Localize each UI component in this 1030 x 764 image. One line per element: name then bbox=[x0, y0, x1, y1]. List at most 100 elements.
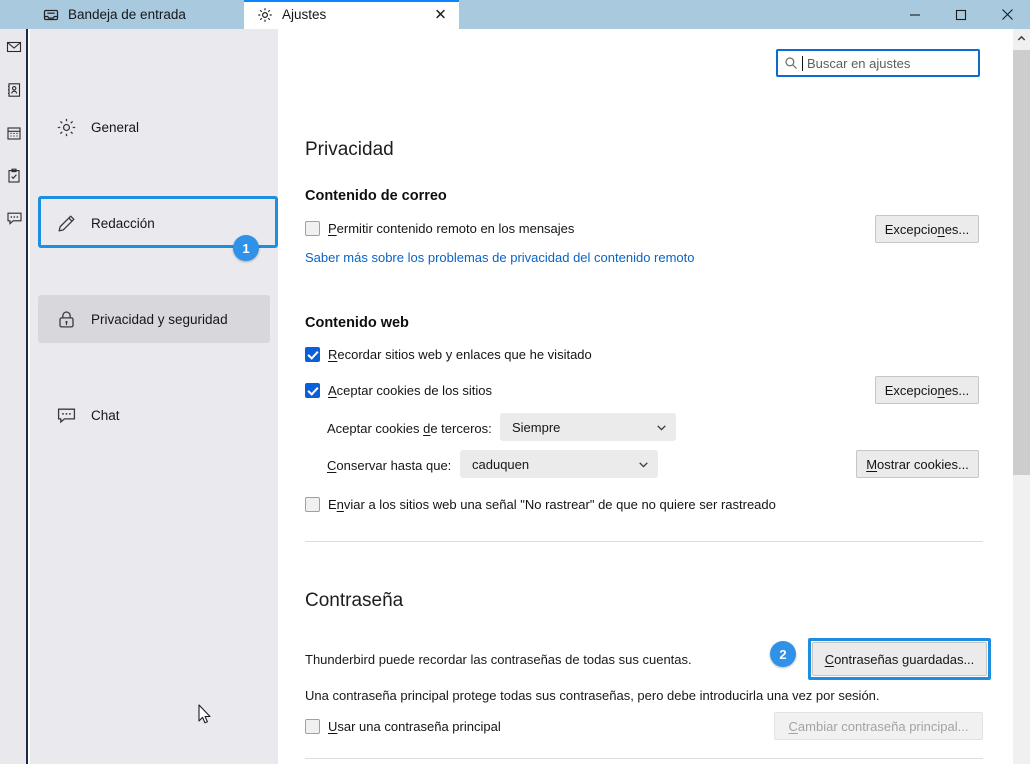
label-text-post: viar a los sitios web una señal "No rast… bbox=[343, 497, 776, 512]
allow-remote-content-label: Permitir contenido remoto en los mensaje… bbox=[328, 221, 574, 236]
scroll-up-arrow-icon[interactable] bbox=[1013, 29, 1030, 47]
accesskey: M bbox=[866, 456, 878, 472]
accept-cookies-label: Aceptar cookies de los sitios bbox=[328, 383, 492, 398]
saved-passwords-button[interactable]: Contraseñas guardadas... bbox=[812, 642, 987, 676]
label-text: sar una contraseña principal bbox=[337, 719, 501, 734]
password-description: Thunderbird puede recordar las contraseñ… bbox=[305, 652, 692, 667]
tab-bandeja-de-entrada[interactable]: Bandeja de entrada bbox=[30, 0, 244, 29]
third-party-cookies-label: Aceptar cookies de terceros: bbox=[327, 421, 492, 436]
lock-icon bbox=[59, 310, 74, 327]
do-not-track-checkbox[interactable] bbox=[305, 497, 320, 512]
remember-sites-row[interactable]: Recordar sitios web y enlaces que he vis… bbox=[305, 347, 592, 362]
settings-content: Buscar en ajustes Privacidad Contenido d… bbox=[278, 29, 1008, 764]
web-content-exceptions-button[interactable]: Excepcio n es... bbox=[875, 376, 979, 404]
text-caret bbox=[802, 55, 803, 71]
label-text: ermitir contenido remoto en los mensajes bbox=[336, 221, 575, 236]
sidebar-item-label: Chat bbox=[91, 407, 120, 423]
allow-remote-content-row[interactable]: Permitir contenido remoto en los mensaje… bbox=[305, 221, 574, 236]
sidebar-item-label: General bbox=[91, 119, 140, 135]
use-master-password-row[interactable]: Usar una contraseña principal bbox=[305, 719, 501, 734]
tab-label: Ajustes bbox=[282, 6, 327, 22]
close-button[interactable] bbox=[984, 0, 1030, 29]
calendar-icon[interactable] bbox=[0, 111, 28, 154]
label-text: ecordar sitios web y enlaces que he visi… bbox=[337, 347, 592, 362]
title-bar: Bandeja de entrada Ajustes ✕ bbox=[0, 0, 1030, 29]
mail-content-exceptions-button[interactable]: Excepcio n es... bbox=[875, 215, 979, 243]
use-master-password-label: Usar una contraseña principal bbox=[328, 719, 501, 734]
accesskey: n bbox=[937, 382, 945, 398]
remember-sites-checkbox[interactable] bbox=[305, 347, 320, 362]
window-controls bbox=[892, 0, 1030, 29]
use-master-password-checkbox[interactable] bbox=[305, 719, 320, 734]
chevron-down-icon bbox=[639, 461, 648, 468]
sidebar-item-privacidad-y-seguridad[interactable]: Privacidad y seguridad bbox=[38, 295, 270, 343]
accept-cookies-row[interactable]: Aceptar cookies de los sitios bbox=[305, 383, 492, 398]
change-master-password[interactable]: Cambiar contraseña principal... bbox=[774, 712, 983, 740]
sidebar-item-label: Privacidad y seguridad bbox=[91, 311, 228, 327]
remote-content-learn-more-link[interactable]: Saber más sobre los problemas de privaci… bbox=[305, 250, 695, 265]
accesskey: A bbox=[328, 383, 337, 398]
accesskey: C bbox=[788, 718, 798, 734]
select-value: caduquen bbox=[472, 456, 530, 472]
sidebar-item-chat[interactable]: Chat bbox=[38, 391, 270, 439]
section-heading-mail-content: Contenido de correo bbox=[305, 188, 447, 204]
close-icon[interactable]: ✕ bbox=[432, 6, 449, 23]
btn-text-post: ontraseñas guardadas... bbox=[834, 651, 975, 667]
btn-text-pre: Excepcio bbox=[884, 382, 938, 398]
chat-icon[interactable] bbox=[0, 197, 28, 240]
minimize-button[interactable] bbox=[892, 0, 938, 29]
tab-ajustes[interactable]: Ajustes ✕ bbox=[244, 0, 459, 29]
settings-nav-list: General Redacción Privacidad y seguridad bbox=[30, 103, 278, 423]
section-heading-web-content: Contenido web bbox=[305, 315, 409, 331]
accesskey: C bbox=[327, 458, 337, 473]
search-input[interactable]: Buscar en ajustes bbox=[776, 49, 980, 77]
gear-icon bbox=[57, 118, 76, 136]
app-icon-strip bbox=[0, 29, 28, 764]
search-wrapper: Buscar en ajustes bbox=[776, 49, 980, 77]
maximize-button[interactable] bbox=[938, 0, 984, 29]
address-book-icon[interactable] bbox=[0, 68, 28, 111]
third-party-cookies-select[interactable]: Siempre bbox=[500, 413, 676, 441]
sidebar-item-label: Redacción bbox=[91, 215, 155, 231]
master-password-note: Una contraseña principal protege todas s… bbox=[305, 688, 880, 703]
gear-icon bbox=[258, 7, 272, 22]
accept-cookies-checkbox[interactable] bbox=[305, 383, 320, 398]
btn-text-post: es... bbox=[944, 221, 970, 237]
search-icon bbox=[785, 57, 797, 69]
inbox-icon bbox=[43, 9, 59, 20]
btn-text-post: ambiar contraseña principal... bbox=[797, 718, 969, 734]
page-title: Privacidad bbox=[305, 139, 394, 160]
bottom-divider bbox=[305, 758, 983, 759]
sidebar-item-general[interactable]: General bbox=[38, 103, 270, 151]
allow-remote-content-checkbox[interactable] bbox=[305, 221, 320, 236]
accesskey: P bbox=[328, 221, 337, 236]
do-not-track-row[interactable]: Enviar a los sitios web una señal "No ra… bbox=[305, 497, 776, 512]
select-value: Siempre bbox=[512, 419, 561, 435]
section-heading-password: Contraseña bbox=[305, 590, 404, 611]
tasks-icon[interactable] bbox=[0, 154, 28, 197]
scrollbar-thumb[interactable] bbox=[1013, 50, 1030, 475]
show-cookies-button[interactable]: Mostrar cookies... bbox=[856, 450, 979, 478]
vertical-scrollbar[interactable] bbox=[1013, 29, 1030, 764]
settings-nav-pane: General Redacción Privacidad y seguridad bbox=[30, 29, 278, 764]
pencil-icon bbox=[58, 215, 75, 231]
step-badge-2: 2 bbox=[770, 641, 796, 667]
keep-until-label: Conservar hasta que: bbox=[327, 458, 451, 473]
thunderbird-settings-window: Bandeja de entrada Ajustes ✕ General Red… bbox=[0, 0, 1030, 764]
btn-text-post: es... bbox=[944, 382, 970, 398]
label-text: ceptar cookies de los sitios bbox=[336, 383, 493, 398]
chat-bubble-icon bbox=[57, 408, 76, 423]
remember-sites-label: Recordar sitios web y enlaces que he vis… bbox=[328, 347, 592, 362]
keep-until-select[interactable]: caduquen bbox=[460, 450, 658, 478]
accesskey: R bbox=[328, 347, 338, 362]
mouse-cursor bbox=[198, 704, 211, 724]
btn-text-pre: Excepcio bbox=[884, 221, 938, 237]
label-text-pre: E bbox=[328, 497, 337, 512]
mail-icon[interactable] bbox=[0, 25, 28, 68]
accesskey: C bbox=[824, 651, 835, 667]
do-not-track-label: Enviar a los sitios web una señal "No ra… bbox=[328, 497, 776, 512]
label-text-post: e terceros: bbox=[430, 421, 492, 436]
btn-text-post: ostrar cookies... bbox=[877, 456, 969, 472]
section-divider bbox=[305, 541, 983, 542]
step-badge-1: 1 bbox=[233, 235, 259, 261]
